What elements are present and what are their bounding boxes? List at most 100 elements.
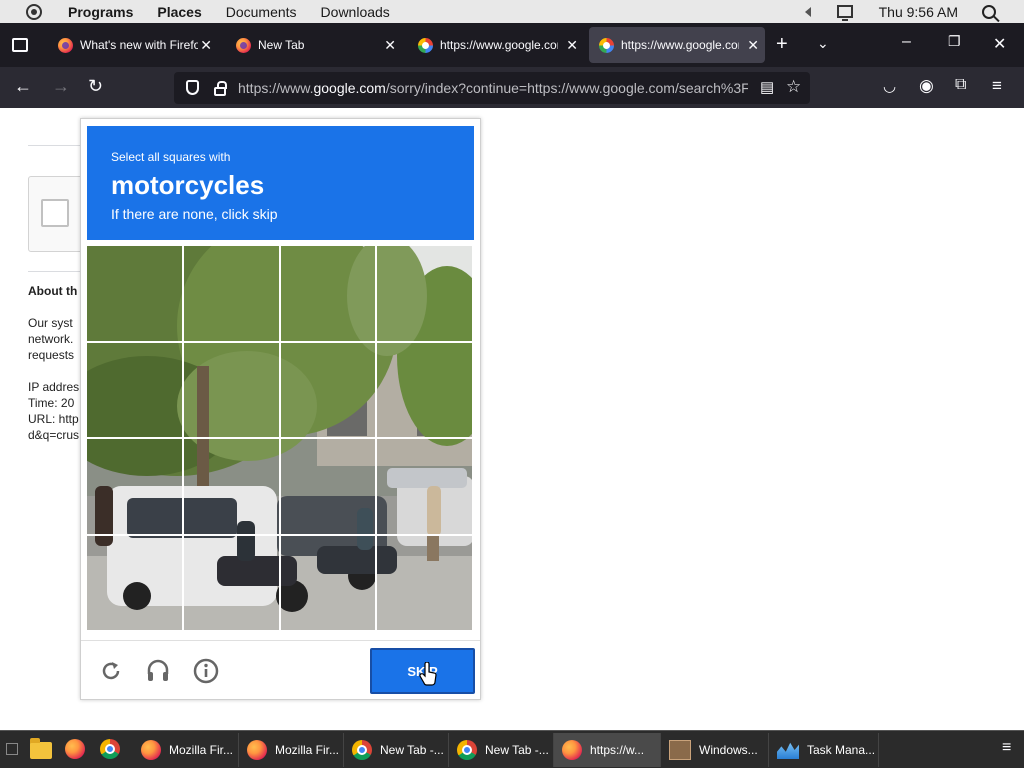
taskbar-item-task-manager[interactable]: Task Mana... [769, 733, 879, 767]
tab-overview-icon[interactable] [12, 38, 28, 52]
back-icon[interactable]: ← [14, 76, 32, 97]
tab-google-2[interactable]: https://www.google.com ✕ [589, 27, 765, 63]
pocket-icon[interactable]: ◡ [883, 77, 896, 95]
taskbar: Mozilla Fir... Mozilla Fir... New Tab -.… [0, 730, 1024, 768]
extensions-icon[interactable]: ⧉ [955, 76, 966, 94]
menu-places[interactable]: Places [157, 4, 201, 20]
menu-documents[interactable]: Documents [226, 4, 297, 20]
close-window-icon[interactable]: ✕ [993, 34, 1006, 54]
reload-challenge-icon[interactable] [98, 658, 124, 684]
page-line: requests [28, 348, 75, 362]
forward-icon[interactable]: → [52, 76, 70, 97]
captcha-tile-r2-c3[interactable] [280, 342, 378, 439]
volume-icon[interactable] [804, 6, 811, 17]
tab-whats-new[interactable]: What's new with Firefox ✕ [48, 27, 218, 63]
account-icon[interactable]: ◉ [919, 76, 934, 96]
taskbar-item-windows[interactable]: Windows... [661, 733, 769, 767]
reload-icon[interactable]: ↻ [88, 76, 103, 97]
nav-bar: ← → ↻ https://www.google.com/sorry/index… [0, 67, 1024, 108]
captcha-tile-r2-c2[interactable] [183, 342, 281, 439]
firefox-icon [236, 37, 251, 53]
display-icon[interactable] [836, 5, 853, 21]
list-tabs-icon[interactable]: ⌄ [817, 35, 829, 52]
tab-new-tab[interactable]: New Tab ✕ [226, 27, 402, 63]
clock[interactable]: Thu 9:56 AM [879, 4, 958, 20]
captcha-tile-r4-c4[interactable] [377, 535, 474, 632]
page-line: IP addres [28, 380, 80, 394]
folder-icon [30, 738, 52, 759]
google-icon [418, 37, 433, 53]
captcha-tile-r3-c4[interactable] [377, 439, 474, 536]
taskbar-item-firefox-1[interactable]: Mozilla Fir... [133, 733, 239, 767]
tab-title: https://www.google.com [440, 38, 558, 52]
captcha-tile-r4-c2[interactable] [183, 535, 281, 632]
captcha-image-grid [87, 246, 474, 632]
taskbar-item-firefox-2[interactable]: Mozilla Fir... [239, 733, 344, 767]
taskbar-item-chrome-1[interactable]: New Tab -... [344, 733, 449, 767]
firefox-launcher[interactable] [65, 739, 87, 761]
page-line: Our syst [28, 316, 73, 330]
chrome-icon [352, 740, 372, 760]
google-icon [599, 37, 614, 53]
hand-cursor-icon [419, 662, 437, 686]
firefox-icon [562, 740, 582, 760]
show-desktop-icon[interactable] [6, 743, 18, 755]
captcha-instruction: Select all squares with [111, 150, 231, 164]
search-icon[interactable] [982, 4, 996, 19]
close-tab-icon[interactable]: ✕ [566, 37, 578, 54]
captcha-tile-r1-c4[interactable] [377, 246, 474, 343]
reader-view-icon[interactable]: ▤ [760, 78, 774, 96]
captcha-tile-r3-c1[interactable] [87, 439, 184, 536]
menu-programs[interactable]: Programs [68, 4, 133, 20]
bookmark-star-icon[interactable]: ☆ [786, 77, 801, 97]
captcha-tile-r1-c1[interactable] [87, 246, 184, 343]
top-panel: Programs Places Documents Downloads Thu … [0, 0, 1024, 23]
tab-title: What's new with Firefox [80, 38, 198, 52]
firefox-icon [247, 740, 267, 760]
about-heading: About th [28, 284, 78, 298]
captcha-tile-r3-c2[interactable] [183, 439, 281, 536]
close-tab-icon[interactable]: ✕ [747, 37, 759, 54]
restore-icon[interactable]: ❐ [948, 33, 961, 50]
captcha-header: Select all squares with motorcycles If t… [87, 126, 474, 240]
divider [28, 145, 88, 146]
close-tab-icon[interactable]: ✕ [384, 37, 396, 54]
captcha-tile-r1-c2[interactable] [183, 246, 281, 343]
chrome-icon [457, 740, 477, 760]
taskbar-item-firefox-active[interactable]: https://w... [554, 733, 661, 767]
menu-downloads[interactable]: Downloads [321, 4, 390, 20]
tab-title: https://www.google.com [621, 38, 739, 52]
recaptcha-checkbox[interactable] [41, 199, 69, 227]
page-line: Time: 20 [28, 396, 75, 410]
activities-icon[interactable] [26, 3, 42, 20]
app-menu-icon[interactable]: ≡ [992, 76, 1002, 96]
captcha-tile-r4-c3[interactable] [280, 535, 378, 632]
page-line: network. [28, 332, 74, 346]
new-tab-icon[interactable]: + [776, 33, 788, 56]
audio-challenge-icon[interactable] [145, 658, 171, 684]
captcha-dialog: Select all squares with motorcycles If t… [80, 118, 481, 700]
close-tab-icon[interactable]: ✕ [200, 37, 212, 54]
task-manager-icon [777, 742, 799, 759]
captcha-tile-r2-c1[interactable] [87, 342, 184, 439]
captcha-tile-r4-c1[interactable] [87, 535, 184, 632]
url-text[interactable]: https://www.google.com/sorry/index?conti… [238, 80, 748, 96]
captcha-hint: If there are none, click skip [111, 206, 278, 222]
firefox-icon [141, 740, 161, 760]
captcha-tile-r3-c3[interactable] [280, 439, 378, 536]
file-manager-launcher[interactable] [30, 738, 52, 761]
chrome-launcher[interactable] [100, 739, 122, 761]
minimize-icon[interactable]: – [902, 33, 911, 51]
windows-icon [669, 740, 691, 760]
captcha-tile-r1-c3[interactable] [280, 246, 378, 343]
tracking-protection-icon[interactable] [186, 80, 199, 95]
taskbar-menu-icon[interactable]: ≡ [1002, 739, 1011, 757]
url-bar[interactable]: https://www.google.com/sorry/index?conti… [174, 72, 810, 104]
tab-google-1[interactable]: https://www.google.com ✕ [408, 27, 584, 63]
captcha-tile-r2-c4[interactable] [377, 342, 474, 439]
firefox-icon [65, 739, 85, 759]
divider [28, 271, 88, 272]
taskbar-item-chrome-2[interactable]: New Tab -... [449, 733, 554, 767]
info-icon[interactable] [193, 658, 219, 684]
lock-icon[interactable] [214, 81, 227, 96]
